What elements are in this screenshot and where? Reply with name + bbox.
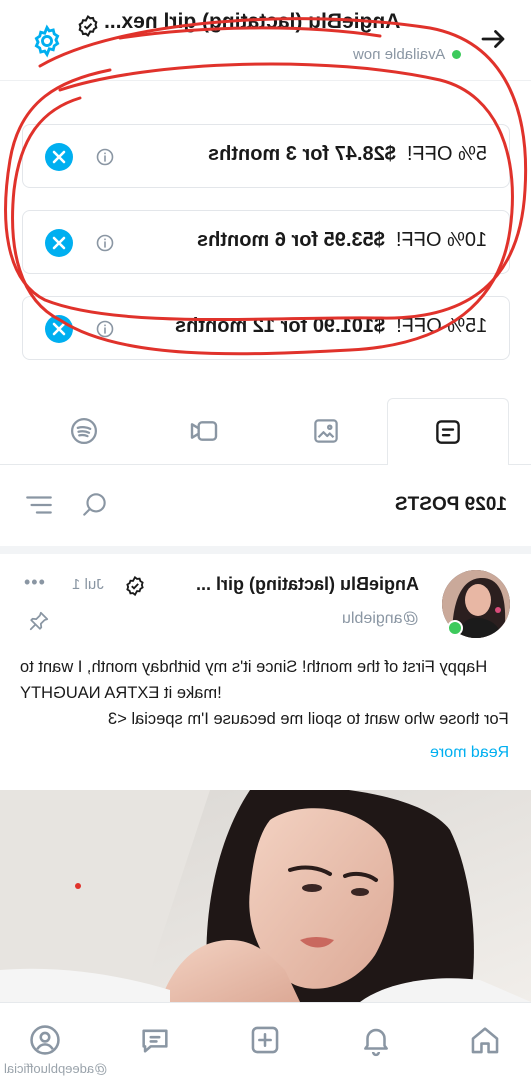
tab-posts[interactable] [387,398,509,465]
chat-header: AngieBlu (lactating) girl nex... Availab… [0,0,531,81]
post-author-name[interactable]: AngieBlu (lactating) girl ... [196,574,419,595]
post-text: Happy First of the month! Since it's my … [20,658,509,728]
online-indicator [447,620,463,636]
promo-card-6-months[interactable]: 10% OFF! $53.95 for 6 months [22,210,510,274]
posts-count: 1029 POSTS [395,494,507,515]
profile-tabs [0,398,531,465]
posts-icon [436,420,460,444]
promo-label: 10% OFF! $53.95 for 6 months [196,229,487,251]
filter-icon[interactable] [24,490,54,525]
spotify-icon [71,418,97,444]
gear-icon[interactable] [30,24,64,58]
notifications-icon[interactable] [357,1021,395,1059]
bottom-navigation: @adeepbluofficial [0,1002,531,1080]
promo-card-3-months[interactable]: 5% OFF! $28.47 for 3 months [22,124,510,188]
availability-status: Available now [352,46,445,63]
info-icon[interactable] [95,233,115,253]
post-author-handle[interactable]: @angieblu [342,610,419,628]
promo-card-12-months[interactable]: 15% OFF! $101.90 for 12 months [22,296,510,360]
promo-label: 5% OFF! $28.47 for 3 months [208,143,487,165]
post-date: Jul 1 [72,576,104,593]
tab-videos[interactable] [144,398,264,464]
pin-icon[interactable] [28,610,50,632]
close-icon[interactable] [45,229,73,257]
video-icon [190,421,218,441]
tab-photos[interactable] [266,398,386,464]
add-post-icon[interactable] [246,1021,284,1059]
profile-icon[interactable] [26,1021,64,1059]
info-icon[interactable] [95,147,115,167]
home-icon[interactable] [466,1021,504,1059]
back-arrow-icon[interactable] [478,24,508,54]
read-more-link[interactable]: Read more [20,744,509,762]
close-icon[interactable] [45,143,73,171]
post-media-image[interactable] [0,790,531,1002]
more-options-icon[interactable]: ••• [24,572,46,593]
posts-toolbar: 1029 POSTS [0,466,531,554]
verified-icon [76,14,100,38]
close-icon[interactable] [45,315,73,343]
image-icon [314,419,338,443]
online-indicator [452,50,461,59]
verified-icon [124,575,146,597]
info-icon[interactable] [95,319,115,339]
chat-title: AngieBlu (lactating) girl nex... [104,10,401,33]
tab-audio[interactable] [24,398,144,464]
watermark: @adeepbluofficial [4,1061,108,1076]
post-card: AngieBlu (lactating) girl ... Jul 1 ••• … [0,556,531,788]
promo-label: 15% OFF! $101.90 for 12 months [174,315,487,337]
messages-icon[interactable] [136,1021,174,1059]
search-icon[interactable] [80,490,110,525]
